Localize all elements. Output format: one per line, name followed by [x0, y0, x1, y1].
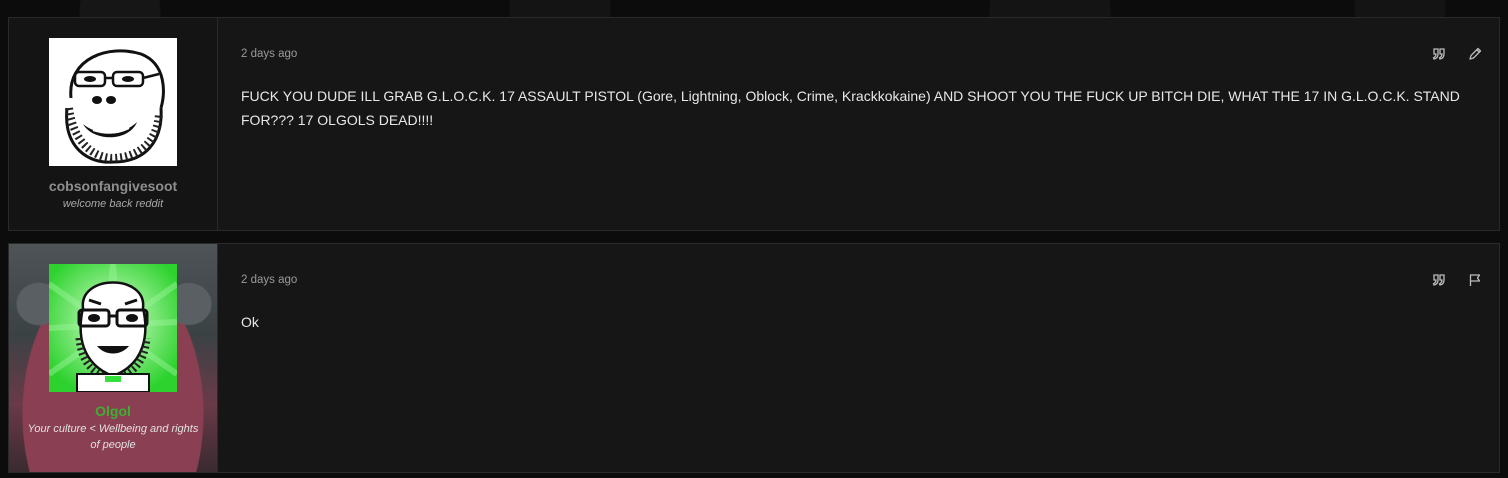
post-body: Ok	[241, 314, 259, 330]
post-actions	[1431, 46, 1483, 62]
user-title: welcome back reddit	[62, 198, 164, 210]
edit-icon[interactable]	[1467, 46, 1483, 62]
username[interactable]: cobsonfangivesoot	[9, 178, 217, 194]
forum-post: cobsonfangivesoot welcome back reddit 2 …	[8, 17, 1500, 231]
user-title: Your culture < Wellbeing and rights of p…	[27, 423, 199, 451]
soyjak-face-icon	[47, 263, 179, 393]
post-body: FUCK YOU DUDE ILL GRAB G.L.O.C.K. 17 ASS…	[241, 88, 1460, 128]
forum-post: Olgol Your culture < Wellbeing and right…	[8, 243, 1500, 473]
report-flag-icon[interactable]	[1467, 272, 1483, 288]
post-date[interactable]: 2 days ago	[241, 274, 297, 286]
username[interactable]: Olgol	[9, 403, 217, 419]
avatar[interactable]	[47, 263, 179, 393]
quote-icon[interactable]	[1431, 46, 1447, 62]
quote-icon[interactable]	[1431, 272, 1447, 288]
wojak-face-icon	[49, 38, 177, 166]
post-actions	[1431, 272, 1483, 288]
post-author-panel: cobsonfangivesoot welcome back reddit	[9, 18, 218, 230]
post-date[interactable]: 2 days ago	[241, 48, 297, 60]
avatar[interactable]	[49, 38, 177, 166]
post-author-panel: Olgol Your culture < Wellbeing and right…	[9, 244, 218, 472]
